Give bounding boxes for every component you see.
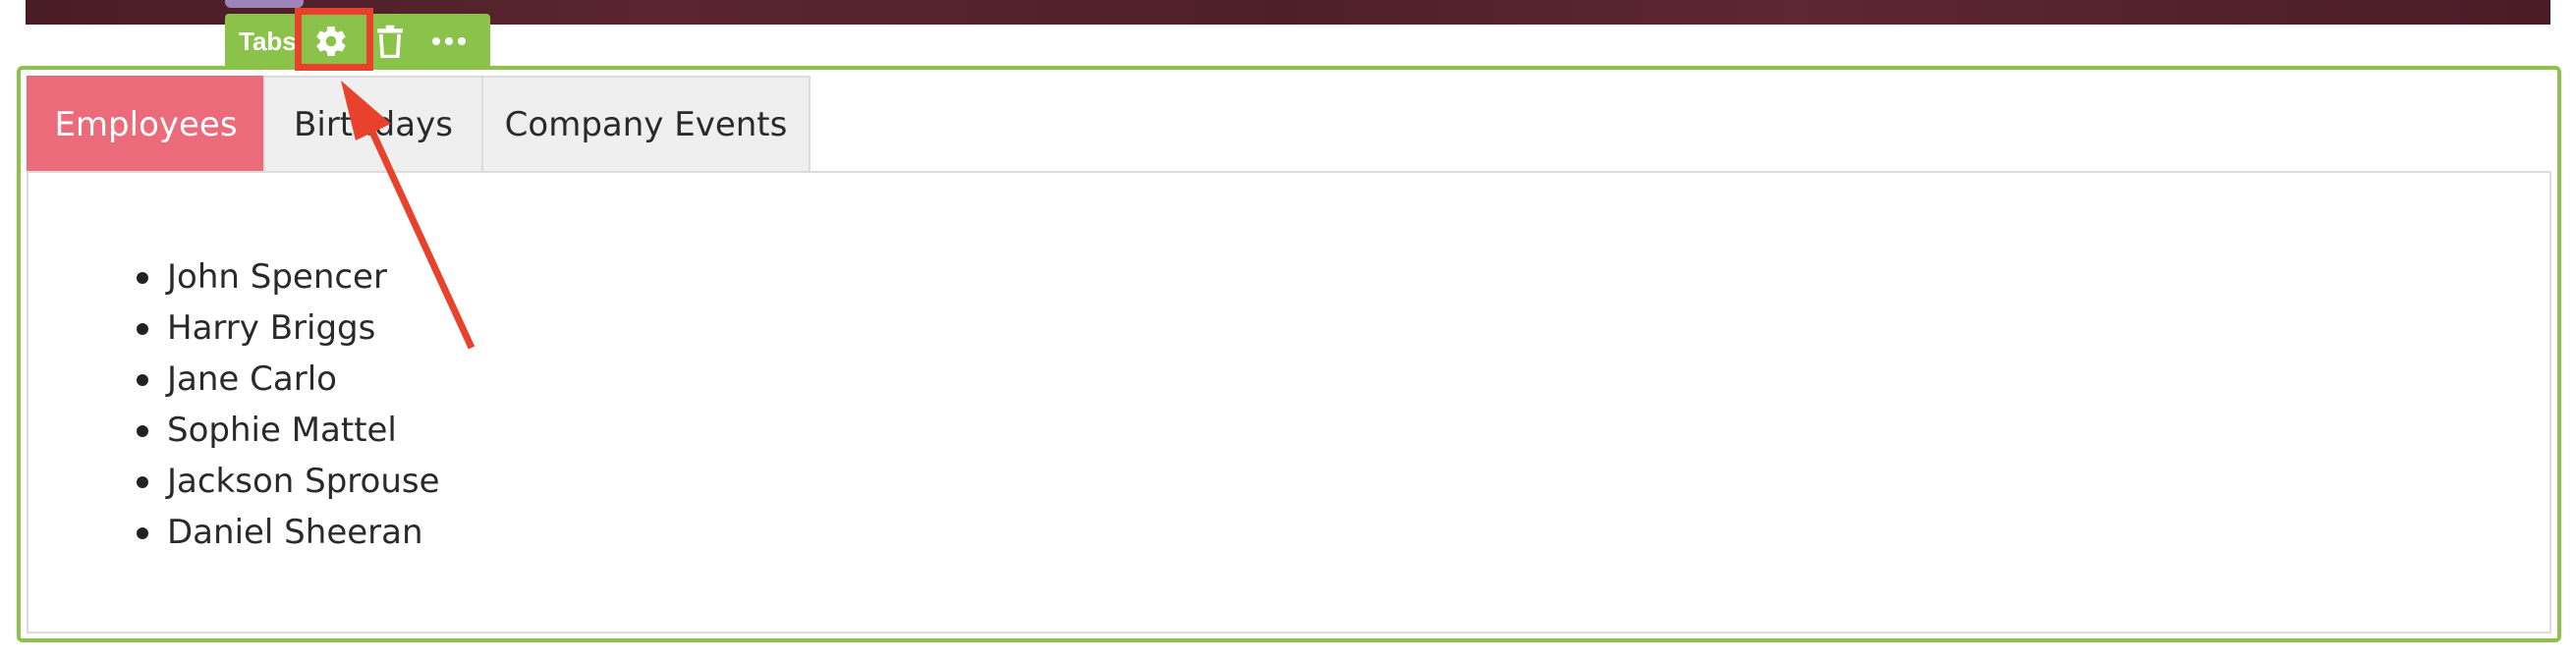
list-item: Jackson Sprouse: [132, 456, 440, 507]
module-name-label: Tabs: [239, 26, 297, 56]
employee-name: Daniel Sheeran: [167, 513, 423, 552]
list-item: Jane Carlo: [132, 354, 440, 405]
employee-name: Jackson Sprouse: [167, 462, 440, 501]
employee-name: Jane Carlo: [167, 359, 337, 399]
tab-list: Employees Birthdays Company Events: [27, 76, 811, 172]
bullet-icon: [137, 323, 148, 335]
bullet-icon: [137, 425, 148, 437]
tab-panel-employees: John Spencer Harry Briggs Jane Carlo Sop…: [27, 171, 2551, 634]
page: Tabs Employees Birthdays Company Events …: [0, 0, 2576, 662]
employee-list: John Spencer Harry Briggs Jane Carlo Sop…: [132, 251, 440, 558]
more-icon: [432, 37, 466, 45]
more-options-button[interactable]: [421, 14, 476, 69]
banner-handle: [225, 0, 304, 8]
bullet-icon: [137, 272, 148, 284]
tabs-module: Employees Birthdays Company Events John …: [27, 76, 2551, 634]
employee-name: Sophie Mattel: [167, 411, 397, 450]
tab-company-events[interactable]: Company Events: [481, 76, 811, 172]
bullet-icon: [137, 476, 148, 488]
list-item: Harry Briggs: [132, 303, 440, 354]
employee-name: John Spencer: [167, 257, 387, 297]
bullet-icon: [137, 527, 148, 539]
list-item: Sophie Mattel: [132, 405, 440, 456]
annotation-highlight-box: [295, 8, 373, 71]
tab-birthdays[interactable]: Birthdays: [263, 76, 483, 172]
tab-employees[interactable]: Employees: [27, 76, 265, 172]
list-item: Daniel Sheeran: [132, 507, 440, 558]
list-item: John Spencer: [132, 251, 440, 303]
trash-icon: [377, 25, 403, 58]
employee-name: Harry Briggs: [167, 308, 376, 348]
bullet-icon: [137, 374, 148, 386]
